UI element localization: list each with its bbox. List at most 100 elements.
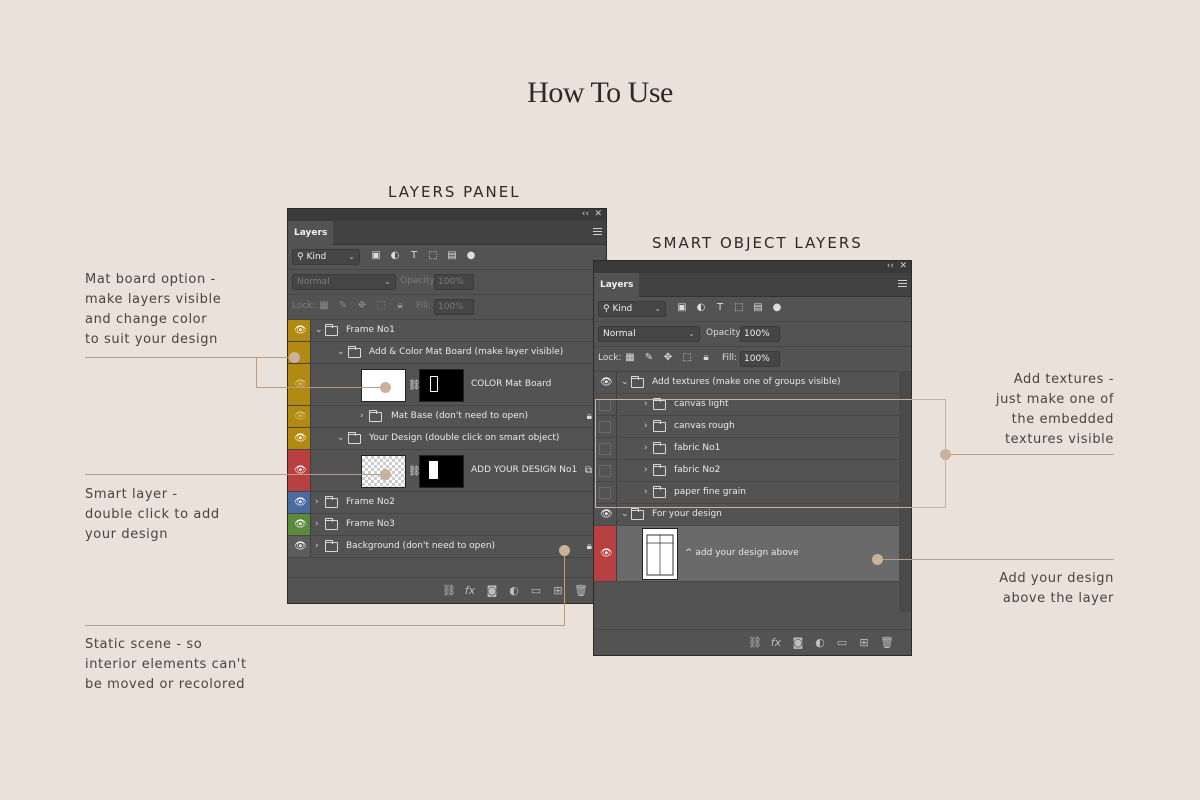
lock-brush-icon[interactable]: ✎ — [337, 300, 349, 311]
chevron-down-icon[interactable]: ⌄ — [337, 433, 345, 443]
eye-icon[interactable]: 👁︎ — [294, 519, 307, 530]
tab-layers[interactable]: Layers — [288, 221, 334, 245]
filter-kind-select[interactable]: ⚲ Kind ⌄ — [292, 249, 360, 265]
panel-footer: ⛓︎ fx ◙ ◐ ▭ ⊞ 🗑︎ — [288, 577, 606, 603]
close-icon[interactable]: ✕ — [594, 209, 602, 219]
chevron-right-icon[interactable]: › — [315, 541, 319, 551]
panel-menu-icon[interactable] — [898, 280, 907, 289]
fill-input[interactable]: 100% — [740, 351, 780, 367]
eye-icon[interactable]: 👁︎ — [600, 548, 613, 559]
connector-dot — [380, 469, 391, 480]
visibility-column: 👁︎ — [594, 526, 617, 581]
smart-object-filter-icon[interactable]: ▤ — [446, 250, 458, 261]
layer-mask-thumbnail — [419, 455, 464, 488]
lock-move-icon[interactable]: ✥ — [356, 300, 368, 311]
type-filter-icon[interactable]: T — [714, 302, 726, 313]
layer-row-your-design-group[interactable]: 👁︎ ⌄ Your Design (double click on smart … — [288, 428, 606, 450]
eye-icon[interactable]: 👁︎ — [294, 379, 307, 390]
chevron-down-icon[interactable]: ⌄ — [337, 347, 345, 357]
type-filter-icon[interactable]: T — [408, 250, 420, 261]
folder-icon — [325, 495, 338, 508]
eye-icon[interactable]: 👁︎ — [294, 325, 307, 336]
adjustment-filter-icon[interactable]: ◐ — [695, 302, 707, 313]
filter-toggle-icon[interactable]: ● — [771, 302, 783, 313]
new-layer-icon[interactable]: ⊞ — [552, 584, 564, 597]
eye-icon[interactable]: 👁︎ — [600, 377, 613, 388]
chevron-down-icon[interactable]: ⌄ — [315, 325, 323, 335]
connector-dot — [872, 554, 883, 565]
panel-menu-icon[interactable] — [593, 228, 602, 237]
lock-all-icon[interactable]: 🔒︎ — [394, 300, 406, 311]
link-layers-icon[interactable]: ⛓︎ — [748, 636, 762, 649]
note-add-textures: Add textures - just make one of the embe… — [995, 372, 1114, 447]
add-mask-icon[interactable]: ◙ — [792, 636, 804, 649]
layer-row-add-your-design[interactable]: 👁︎ ⛓︎ ADD YOUR DESIGN No1 ⧉ — [288, 450, 606, 492]
blend-mode-select[interactable]: Normal ⌄ — [292, 274, 396, 290]
new-group-icon[interactable]: ▭ — [836, 636, 848, 649]
lock-brush-icon[interactable]: ✎ — [643, 352, 655, 363]
layer-row-frame-no2[interactable]: 👁︎ › Frame No2 — [288, 492, 606, 514]
eye-icon[interactable]: 👁︎ — [294, 411, 307, 422]
opacity-input[interactable]: 100% — [434, 274, 474, 290]
shape-filter-icon[interactable]: ⬚ — [427, 250, 439, 261]
lock-transparent-icon[interactable]: ▦ — [624, 352, 636, 363]
folder-icon — [369, 409, 382, 422]
image-filter-icon[interactable]: ▣ — [676, 302, 688, 313]
visibility-column: 👁︎ — [288, 536, 311, 557]
link-layers-icon[interactable]: ⛓︎ — [442, 584, 456, 597]
fill-input[interactable]: 100% — [434, 299, 474, 315]
lock-transparent-icon[interactable]: ▦ — [318, 300, 330, 311]
layer-row-frame-no1[interactable]: 👁︎ ⌄ Frame No1 — [288, 320, 606, 342]
image-filter-icon[interactable]: ▣ — [370, 250, 382, 261]
close-icon[interactable]: ✕ — [899, 261, 907, 271]
lock-move-icon[interactable]: ✥ — [662, 352, 674, 363]
layer-row-color-mat-board[interactable]: 👁︎ ⛓︎ COLOR Mat Board — [288, 364, 606, 406]
fx-icon[interactable]: fx — [464, 584, 476, 597]
filter-row: ⚲ Kind ⌄ ▣ ◐ T ⬚ ▤ ● — [288, 245, 606, 270]
lock-artboard-icon[interactable]: ⬚ — [681, 352, 693, 363]
tab-layers[interactable]: Layers — [594, 273, 640, 297]
chevron-right-icon[interactable]: › — [315, 519, 319, 529]
layer-row-mat-board-group[interactable]: ⌄ Add & Color Mat Board (make layer visi… — [288, 342, 606, 364]
lock-artboard-icon[interactable]: ⬚ — [375, 300, 387, 311]
shape-filter-icon[interactable]: ⬚ — [733, 302, 745, 313]
filter-kind-select[interactable]: ⚲ Kind ⌄ — [598, 301, 666, 317]
eye-icon[interactable]: 👁︎ — [294, 497, 307, 508]
layer-row-add-textures[interactable]: 👁︎ ⌄ Add textures (make one of groups vi… — [594, 372, 911, 394]
panel-titlebar: ‹‹ ✕ — [594, 261, 911, 273]
eye-icon[interactable]: 👁︎ — [294, 541, 307, 552]
chevron-down-icon[interactable]: ⌄ — [621, 377, 629, 387]
collapse-icon[interactable]: ‹‹ — [582, 209, 589, 219]
blend-mode-select[interactable]: Normal ⌄ — [598, 326, 700, 342]
filter-toggle-icon[interactable]: ● — [465, 250, 477, 261]
fx-icon[interactable]: fx — [770, 636, 782, 649]
new-group-icon[interactable]: ▭ — [530, 584, 542, 597]
chevron-right-icon[interactable]: › — [360, 411, 364, 421]
adjustment-filter-icon[interactable]: ◐ — [389, 250, 401, 261]
fill-label: Fill: — [722, 353, 738, 363]
chevron-down-icon: ⌄ — [688, 329, 695, 338]
folder-icon — [631, 375, 644, 388]
add-mask-icon[interactable]: ◙ — [486, 584, 498, 597]
adjustment-layer-icon[interactable]: ◐ — [814, 636, 826, 649]
trash-icon[interactable]: 🗑︎ — [574, 584, 588, 597]
collapse-icon[interactable]: ‹‹ — [887, 261, 894, 271]
eye-icon[interactable]: 👁︎ — [600, 509, 613, 520]
opacity-input[interactable]: 100% — [740, 326, 780, 342]
chevron-right-icon[interactable]: › — [315, 497, 319, 507]
smart-object-filter-icon[interactable]: ▤ — [752, 302, 764, 313]
adjustment-layer-icon[interactable]: ◐ — [508, 584, 520, 597]
new-layer-icon[interactable]: ⊞ — [858, 636, 870, 649]
layer-row-frame-no3[interactable]: 👁︎ › Frame No3 — [288, 514, 606, 536]
heading-layers-panel: LAYERS PANEL — [388, 183, 521, 201]
layer-row-background[interactable]: 👁︎ › Background (don't need to open) 🔒︎ — [288, 536, 606, 558]
eye-icon[interactable]: 👁︎ — [294, 433, 307, 444]
panel-titlebar: ‹‹ ✕ — [288, 209, 606, 221]
trash-icon[interactable]: 🗑︎ — [880, 636, 894, 649]
layer-row-mat-base[interactable]: 👁︎ › Mat Base (don't need to open) 🔒︎ — [288, 406, 606, 428]
opacity-label: Opacity: — [706, 328, 743, 338]
chevron-down-icon[interactable]: ⌄ — [621, 509, 629, 519]
panel-tabbar: Layers — [594, 273, 911, 297]
layer-row-add-design-above[interactable]: 👁︎ ^ add your design above — [594, 526, 911, 582]
lock-all-icon[interactable]: 🔒︎ — [700, 352, 712, 363]
